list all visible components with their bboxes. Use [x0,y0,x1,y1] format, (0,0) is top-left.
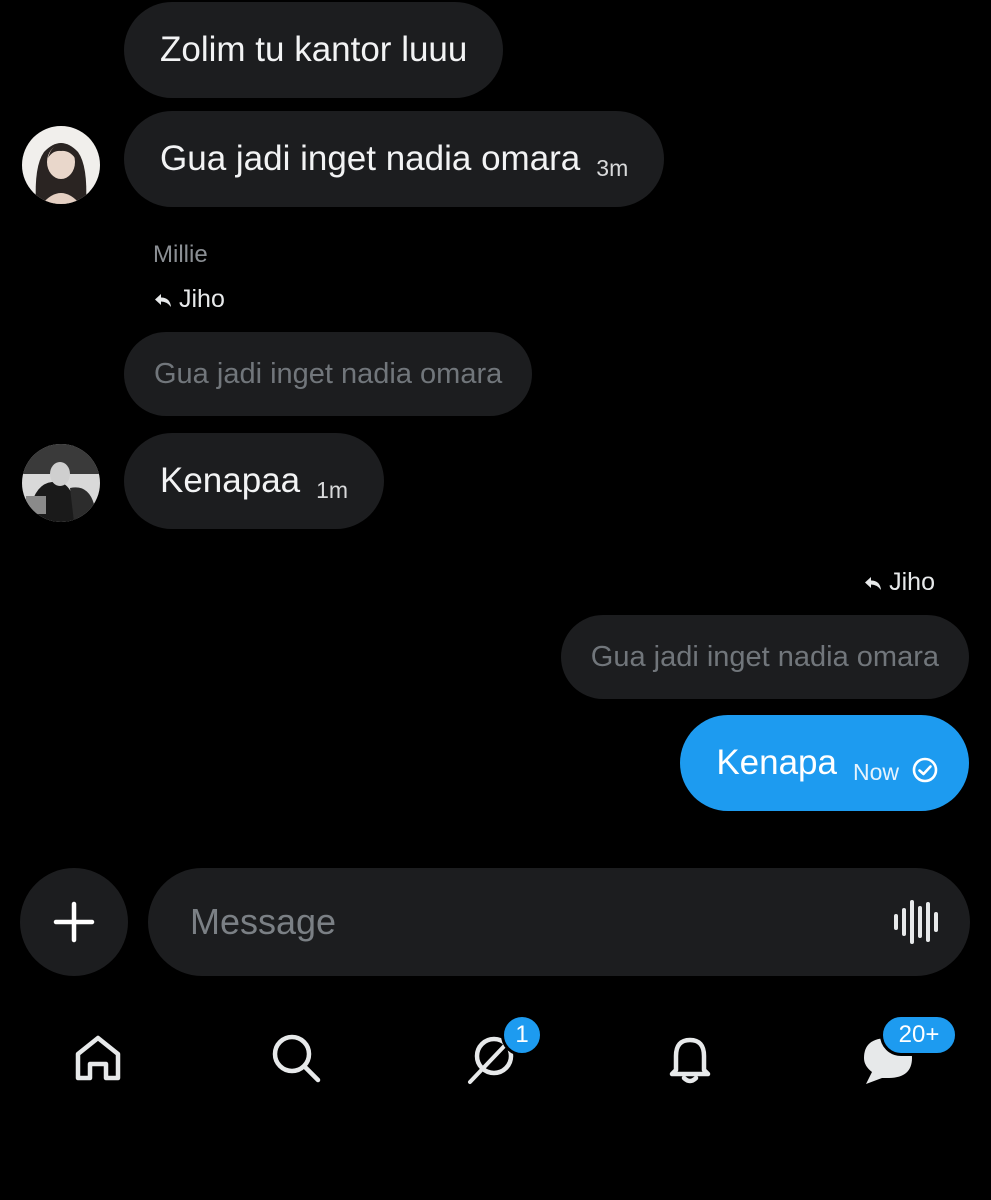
plus-icon [53,901,95,943]
message-text: Kenapa [716,743,837,782]
message-text: Gua jadi inget nadia omara [160,139,581,178]
message-bubble[interactable]: Kenapaa 1m [124,433,385,529]
reply-indicator: Jiho [153,285,225,314]
reply-indicator: Jiho [863,568,935,597]
sender-name: Millie [153,241,208,268]
quoted-text: Gua jadi inget nadia omara [154,357,503,390]
reply-to-name: Jiho [179,285,225,313]
add-attachment-button[interactable] [20,868,128,976]
home-icon [75,1035,121,1081]
message-composer[interactable] [148,868,970,976]
quoted-text: Gua jadi inget nadia omara [590,640,939,673]
search-icon [272,1034,321,1083]
nav-home[interactable] [68,1028,128,1088]
nav-notifications[interactable] [660,1028,720,1088]
voice-message-button[interactable] [892,900,940,949]
avatar[interactable] [22,444,100,522]
message-input[interactable] [188,900,872,944]
message-bubble[interactable]: Zolim tu kantor luuu [124,2,504,98]
messages-badge: 20+ [880,1014,958,1056]
message-timestamp: Now [852,758,899,785]
quoted-message[interactable]: Gua jadi inget nadia omara [560,615,969,699]
bell-icon [669,1037,711,1084]
check-circle-icon [912,757,938,783]
message-timestamp: 3m [596,154,629,181]
message-timestamp: 1m [316,476,349,503]
avatar[interactable] [22,126,100,204]
waveform-icon [894,900,938,944]
reply-arrow-icon [865,576,882,590]
reply-arrow-icon [155,293,171,307]
avatar-woman-icon [22,126,100,204]
grok-badge: 1 [501,1014,543,1056]
message-bubble[interactable]: Gua jadi inget nadia omara 3m [124,111,665,207]
message-text: Kenapaa [160,461,301,500]
reply-to-name: Jiho [889,568,935,596]
quoted-message[interactable]: Gua jadi inget nadia omara [124,332,533,416]
nav-search[interactable] [266,1028,326,1088]
avatar-photo-icon [22,444,100,522]
sent-message-bubble[interactable]: Kenapa Now [680,715,969,811]
message-text: Zolim tu kantor luuu [160,30,468,69]
